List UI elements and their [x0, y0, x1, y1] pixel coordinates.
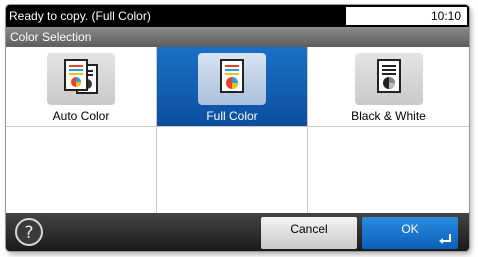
option-label: Black & White — [351, 109, 426, 123]
cancel-button[interactable]: Cancel — [261, 217, 357, 249]
status-bar: Ready to copy. (Full Color) 10:10 — [6, 5, 469, 27]
empty-cell — [6, 127, 157, 213]
black-white-icon — [354, 53, 423, 105]
ok-button[interactable]: OK — [362, 217, 458, 249]
option-auto-color[interactable]: Auto Color — [6, 47, 157, 127]
footer-bar: ? Cancel OK — [6, 213, 469, 251]
svg-text:?: ? — [24, 223, 33, 243]
enter-icon — [439, 234, 451, 244]
option-grid: Auto Color Full Color Black & White — [6, 47, 469, 213]
option-label: Auto Color — [52, 109, 110, 123]
clock-box: 10:10 — [346, 7, 467, 25]
option-black-white[interactable]: Black & White — [308, 47, 469, 127]
empty-cell — [308, 127, 469, 213]
cancel-label: Cancel — [290, 222, 328, 236]
option-full-color[interactable]: Full Color — [157, 47, 308, 127]
empty-cell — [157, 127, 308, 213]
auto-color-icon — [47, 53, 115, 105]
status-message: Ready to copy. (Full Color) — [9, 9, 151, 23]
copier-panel: Ready to copy. (Full Color) 10:10 Color … — [6, 5, 469, 251]
screen-header: Color Selection — [6, 27, 469, 47]
help-icon[interactable]: ? — [14, 217, 44, 247]
option-label: Full Color — [206, 109, 258, 123]
full-color-icon — [198, 53, 266, 105]
screen-title: Color Selection — [10, 30, 92, 44]
clock: 10:10 — [430, 9, 461, 23]
